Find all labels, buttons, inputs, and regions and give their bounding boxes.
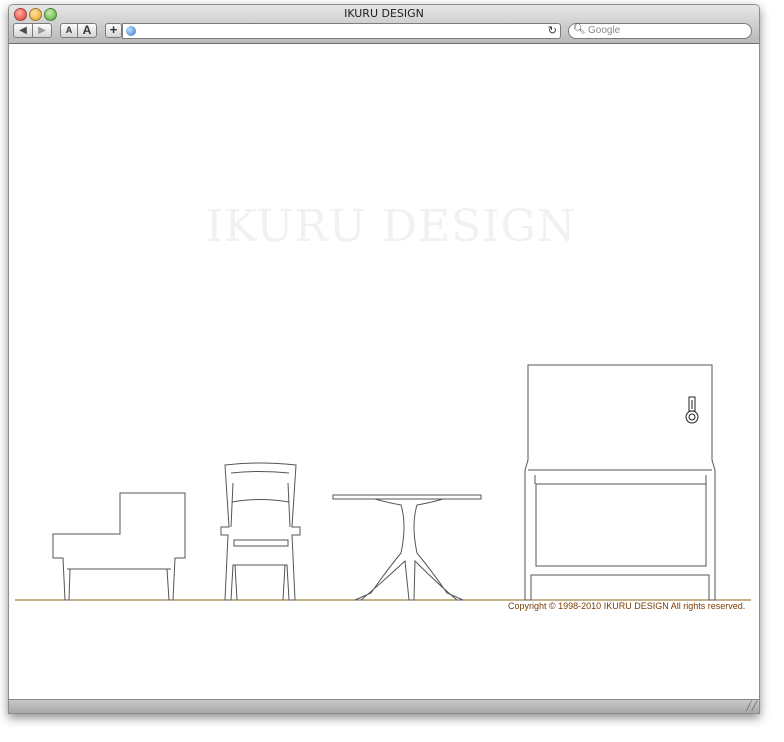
chair-icon[interactable] xyxy=(220,462,301,601)
resize-grip-icon[interactable]: ╱╱ xyxy=(746,701,757,712)
table-icon[interactable] xyxy=(332,494,482,601)
status-bar: ╱╱ xyxy=(9,699,759,713)
hand-cursor-icon xyxy=(685,396,699,424)
copyright-notice: Copyright © 1998-2010 IKURU DESIGN All r… xyxy=(508,601,746,611)
browser-window: IKURU DESIGN ◀ ▶ A A + ↻ 🔍︎ Google IKURU… xyxy=(8,4,760,714)
cabinet-icon[interactable] xyxy=(524,364,716,601)
sofa-icon[interactable] xyxy=(52,492,186,601)
